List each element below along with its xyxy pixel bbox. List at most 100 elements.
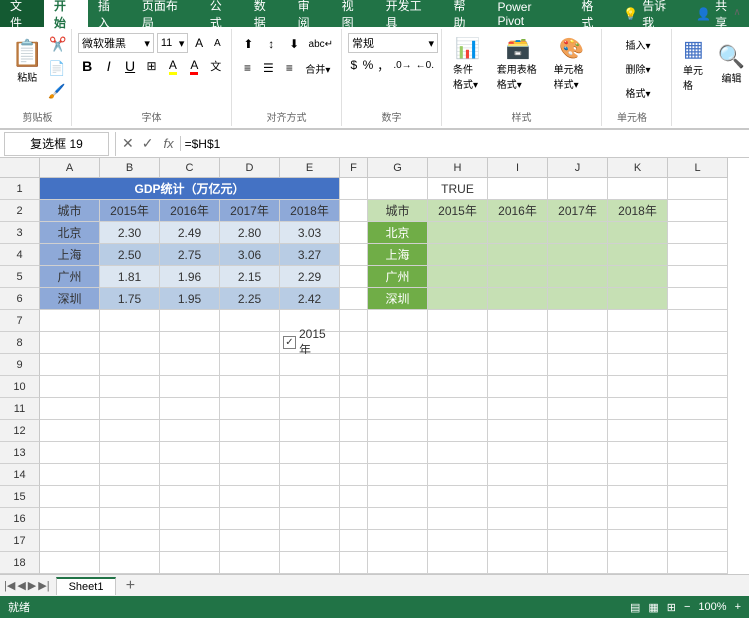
cell-12-L[interactable] (668, 420, 728, 442)
cell-7-J[interactable] (548, 310, 608, 332)
cell-12-D[interactable] (220, 420, 280, 442)
cell-6-L[interactable] (668, 288, 728, 310)
cell-3-G[interactable]: 北京 (368, 222, 428, 244)
cell-18-A[interactable] (40, 552, 100, 574)
cell-2-A[interactable]: 城市 (40, 200, 100, 222)
cell-17-G[interactable] (368, 530, 428, 552)
cell-6-B[interactable]: 1.75 (100, 288, 160, 310)
cell-15-E[interactable] (280, 486, 340, 508)
cell-11-I[interactable] (488, 398, 548, 420)
align-top-button[interactable]: ⬆ (238, 33, 259, 55)
cell-4-I[interactable] (488, 244, 548, 266)
cell-12-F[interactable] (340, 420, 368, 442)
cell-12-G[interactable] (368, 420, 428, 442)
cell-6-H[interactable] (428, 288, 488, 310)
row-header-3[interactable]: 3 (0, 222, 40, 244)
cell-15-L[interactable] (668, 486, 728, 508)
cell-2-I[interactable]: 2016年 (488, 200, 548, 222)
cell-11-G[interactable] (368, 398, 428, 420)
cell-16-F[interactable] (340, 508, 368, 530)
font-family-combo[interactable]: 微软雅黑▾ (78, 33, 154, 53)
cell-4-B[interactable]: 2.50 (100, 244, 160, 266)
confirm-icon[interactable]: ✓ (138, 135, 158, 152)
tab-help[interactable]: 帮助 (443, 0, 487, 27)
cell-7-K[interactable] (608, 310, 668, 332)
cell-6-F[interactable] (340, 288, 368, 310)
delete-cell-button[interactable]: 删除▾ (608, 57, 668, 79)
cell-10-D[interactable] (220, 376, 280, 398)
cell-5-A[interactable]: 广州 (40, 266, 100, 288)
cell-3-C[interactable]: 2.49 (160, 222, 220, 244)
cell-4-G[interactable]: 上海 (368, 244, 428, 266)
row-header-8[interactable]: 8 (0, 332, 40, 354)
row-header-5[interactable]: 5 (0, 266, 40, 288)
cell-17-C[interactable] (160, 530, 220, 552)
row-header-12[interactable]: 12 (0, 420, 40, 442)
align-right-button[interactable]: ≡ (280, 57, 299, 79)
cell-16-G[interactable] (368, 508, 428, 530)
cell-5-K[interactable] (608, 266, 668, 288)
cell-14-C[interactable] (160, 464, 220, 486)
cell-12-E[interactable] (280, 420, 340, 442)
tab-powerpivot[interactable]: Power Pivot (487, 0, 571, 27)
cell-12-K[interactable] (608, 420, 668, 442)
cell-10-F[interactable] (340, 376, 368, 398)
tab-formula[interactable]: 公式 (200, 0, 244, 27)
cell-4-E[interactable]: 3.27 (280, 244, 340, 266)
cell-4-F[interactable] (340, 244, 368, 266)
row-header-18[interactable]: 18 (0, 552, 40, 574)
name-box[interactable]: 复选框 19 (4, 132, 109, 156)
tab-home[interactable]: 开始 (44, 0, 88, 27)
cell-11-K[interactable] (608, 398, 668, 420)
comma-button[interactable]: ， (376, 55, 390, 75)
cell-18-I[interactable] (488, 552, 548, 574)
cell-5-D[interactable]: 2.15 (220, 266, 280, 288)
col-header-D[interactable]: D (220, 158, 280, 178)
cell-12-C[interactable] (160, 420, 220, 442)
cell-4-K[interactable] (608, 244, 668, 266)
cell-11-H[interactable] (428, 398, 488, 420)
cell-11-D[interactable] (220, 398, 280, 420)
cell-6-D[interactable]: 2.25 (220, 288, 280, 310)
cell-16-K[interactable] (608, 508, 668, 530)
cell-15-D[interactable] (220, 486, 280, 508)
percent-button[interactable]: % (362, 55, 375, 75)
cell-14-F[interactable] (340, 464, 368, 486)
cell-7-H[interactable] (428, 310, 488, 332)
decrease-font-button[interactable]: A (210, 33, 225, 53)
formula-input[interactable] (181, 132, 749, 156)
cell-8-L[interactable] (668, 332, 728, 354)
cell-10-B[interactable] (100, 376, 160, 398)
cell-10-J[interactable] (548, 376, 608, 398)
cell-8-F[interactable] (340, 332, 368, 354)
col-header-E[interactable]: E (280, 158, 340, 178)
cell-7-I[interactable] (488, 310, 548, 332)
cell-1-L[interactable] (668, 178, 728, 200)
cell-5-B[interactable]: 1.81 (100, 266, 160, 288)
tab-developer[interactable]: 开发工具 (376, 0, 444, 27)
cell-8-E[interactable]: ✓2015年 (280, 332, 340, 354)
cell-14-B[interactable] (100, 464, 160, 486)
cell-4-H[interactable] (428, 244, 488, 266)
cell-15-F[interactable] (340, 486, 368, 508)
tell-me-box[interactable]: 💡 告诉我 (615, 0, 686, 27)
cell-13-L[interactable] (668, 442, 728, 464)
copy-button[interactable]: 📄 (46, 58, 69, 79)
font-size-combo[interactable]: 11▾ (157, 33, 189, 53)
cell-3-J[interactable] (548, 222, 608, 244)
row-header-10[interactable]: 10 (0, 376, 40, 398)
number-format-combo[interactable]: 常规▾ (348, 33, 438, 53)
cell-5-E[interactable]: 2.29 (280, 266, 340, 288)
col-header-H[interactable]: H (428, 158, 488, 178)
cell-2-E[interactable]: 2018年 (280, 200, 340, 222)
tab-review[interactable]: 审阅 (288, 0, 332, 27)
cell-10-K[interactable] (608, 376, 668, 398)
editing-button[interactable]: 🔍 编辑 (713, 41, 749, 88)
cell-13-H[interactable] (428, 442, 488, 464)
tab-format[interactable]: 格式 (571, 0, 615, 27)
cell-13-D[interactable] (220, 442, 280, 464)
cell-9-F[interactable] (340, 354, 368, 376)
cell-9-H[interactable] (428, 354, 488, 376)
cell-16-I[interactable] (488, 508, 548, 530)
increase-decimal-button[interactable]: .0→ (392, 55, 412, 75)
